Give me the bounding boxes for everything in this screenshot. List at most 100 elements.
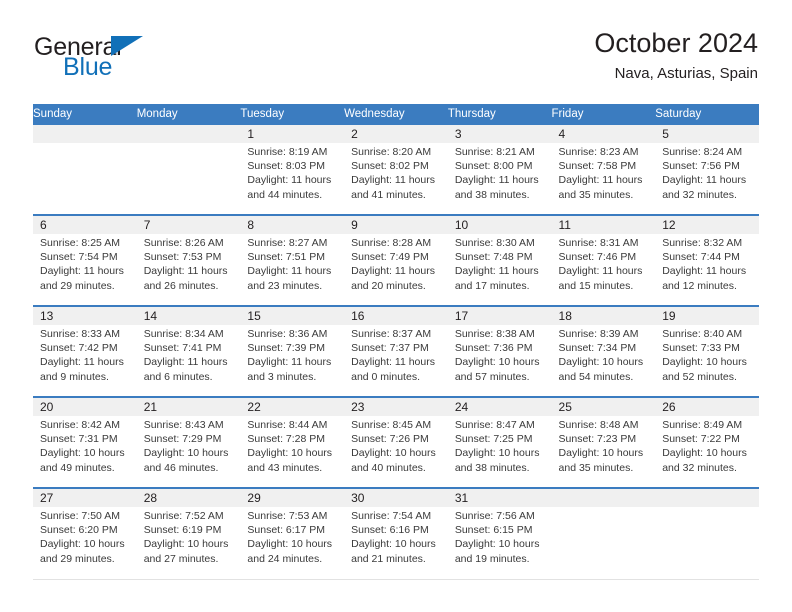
- day-info-line: Daylight: 11 hours: [247, 356, 332, 369]
- day-number-cell[interactable]: 20: [33, 396, 137, 416]
- week-daynumber-row: 13 14 15 16 17 18 19: [33, 305, 759, 325]
- day-info-line: Daylight: 10 hours: [558, 447, 644, 460]
- day-info-line: Daylight: 10 hours: [143, 447, 229, 460]
- day-number-cell[interactable]: 18: [551, 305, 656, 325]
- day-number-cell[interactable]: 22: [240, 396, 345, 416]
- day-number-cell[interactable]: 30: [344, 487, 448, 507]
- day-number-cell[interactable]: 8: [240, 214, 345, 234]
- day-detail-cell: Sunrise: 8:42 AM Sunset: 7:31 PM Daylight:…: [33, 416, 137, 488]
- day-detail-cell: Sunrise: 8:45 AM Sunset: 7:26 PM Daylight:…: [344, 416, 448, 488]
- day-number-cell[interactable]: 1: [240, 125, 345, 143]
- day-info-line: Sunset: 7:53 PM: [143, 251, 222, 264]
- day-info-line: Sunset: 7:48 PM: [454, 251, 533, 264]
- day-info-line: Sunset: 7:39 PM: [247, 342, 326, 355]
- day-info-line: Sunset: 7:42 PM: [40, 342, 118, 355]
- day-detail-cell: Sunrise: 7:53 AM Sunset: 6:17 PM Daylight:…: [240, 507, 345, 580]
- day-info-line: and 29 minutes.: [40, 279, 115, 292]
- day-info-line: Sunset: 7:23 PM: [558, 433, 637, 446]
- page-title: October 2024: [594, 28, 758, 58]
- day-info-line: and 24 minutes.: [247, 552, 323, 565]
- day-number-cell[interactable]: 17: [447, 305, 552, 325]
- day-number-cell[interactable]: 12: [655, 214, 759, 234]
- day-number-cell[interactable]: 3: [447, 125, 552, 143]
- day-info-line: Daylight: 10 hours: [454, 447, 540, 460]
- day-number-cell[interactable]: 9: [344, 214, 448, 234]
- day-info-line: Daylight: 10 hours: [351, 447, 436, 460]
- day-info-line: Sunrise: 7:56 AM: [454, 510, 535, 522]
- day-info-line: Sunrise: 8:45 AM: [351, 419, 432, 431]
- day-info-line: and 49 minutes.: [40, 461, 115, 474]
- weekday-header-row: Sunday Monday Tuesday Wednesday Thursday…: [33, 104, 759, 125]
- day-info-line: Daylight: 11 hours: [40, 356, 124, 369]
- day-detail-cell: Sunrise: 8:39 AM Sunset: 7:34 PM Daylight:…: [551, 325, 656, 397]
- day-info-line: Sunrise: 8:25 AM: [40, 237, 120, 249]
- day-number-cell[interactable]: 16: [344, 305, 448, 325]
- day-info-line: and 17 minutes.: [454, 279, 530, 292]
- day-number-cell[interactable]: 7: [136, 214, 241, 234]
- empty-day-number-cell: [551, 487, 656, 507]
- day-number-cell[interactable]: 14: [136, 305, 241, 325]
- day-info-line: and 38 minutes.: [454, 461, 530, 474]
- day-info-line: Sunrise: 8:27 AM: [247, 237, 328, 249]
- day-detail-cell: Sunrise: 8:21 AM Sunset: 8:00 PM Daylight:…: [447, 143, 552, 215]
- day-info-line: Sunset: 7:44 PM: [662, 251, 740, 264]
- day-number-cell[interactable]: 6: [33, 214, 137, 234]
- day-info-line: Sunset: 6:15 PM: [454, 524, 533, 537]
- day-info-line: and 26 minutes.: [143, 279, 219, 292]
- day-number-cell[interactable]: 29: [240, 487, 345, 507]
- day-info-line: Daylight: 11 hours: [351, 174, 435, 187]
- day-info-line: and 15 minutes.: [558, 279, 634, 292]
- day-info-line: Sunrise: 8:39 AM: [558, 328, 639, 340]
- day-info-line: Sunset: 7:29 PM: [143, 433, 222, 446]
- day-info-line: Sunset: 7:34 PM: [558, 342, 637, 355]
- day-info-line: Daylight: 11 hours: [40, 265, 124, 278]
- day-detail-cell: Sunrise: 8:38 AM Sunset: 7:36 PM Daylight:…: [447, 325, 552, 397]
- day-info-line: Daylight: 11 hours: [351, 265, 435, 278]
- day-info-line: Sunrise: 8:34 AM: [143, 328, 224, 340]
- empty-day-detail-cell: [655, 507, 759, 580]
- day-number-cell[interactable]: 19: [655, 305, 759, 325]
- day-number-cell[interactable]: 25: [551, 396, 656, 416]
- day-number-cell[interactable]: 10: [447, 214, 552, 234]
- day-detail-cell: Sunrise: 7:54 AM Sunset: 6:16 PM Daylight:…: [344, 507, 448, 580]
- day-info-line: Sunrise: 7:53 AM: [247, 510, 328, 522]
- empty-day-number-cell: [33, 125, 137, 143]
- day-number-cell[interactable]: 24: [447, 396, 552, 416]
- day-info-line: Sunset: 6:17 PM: [247, 524, 326, 537]
- day-info-line: and 21 minutes.: [351, 552, 426, 565]
- weekday-header-friday: Friday: [551, 104, 656, 125]
- day-number-cell[interactable]: 11: [551, 214, 656, 234]
- empty-day-detail-cell: [136, 143, 241, 215]
- weekday-header-monday: Monday: [136, 104, 241, 125]
- day-info-line: Sunset: 7:31 PM: [40, 433, 118, 446]
- day-detail-cell: Sunrise: 8:34 AM Sunset: 7:41 PM Daylight:…: [136, 325, 241, 397]
- day-info-line: Daylight: 11 hours: [454, 174, 539, 187]
- day-info-line: Daylight: 10 hours: [351, 538, 436, 551]
- day-detail-cell: Sunrise: 8:28 AM Sunset: 7:49 PM Daylight:…: [344, 234, 448, 306]
- day-info-line: Daylight: 10 hours: [143, 538, 229, 551]
- day-info-line: Daylight: 11 hours: [247, 174, 332, 187]
- day-number-cell[interactable]: 31: [447, 487, 552, 507]
- day-number-cell[interactable]: 27: [33, 487, 137, 507]
- calendar-page: General Blue October 2024 Nava, Asturias…: [0, 0, 792, 612]
- title-block: October 2024 Nava, Asturias, Spain: [594, 26, 758, 85]
- day-number-cell[interactable]: 28: [136, 487, 241, 507]
- weekday-header-sunday: Sunday: [33, 104, 137, 125]
- day-info-line: Sunrise: 8:40 AM: [662, 328, 743, 340]
- day-info-line: Sunrise: 8:38 AM: [454, 328, 535, 340]
- day-number-cell[interactable]: 5: [655, 125, 759, 143]
- day-number-cell[interactable]: 15: [240, 305, 345, 325]
- day-info-line: Daylight: 11 hours: [662, 174, 747, 187]
- day-info-line: Sunset: 6:20 PM: [40, 524, 118, 537]
- day-info-line: Sunset: 6:19 PM: [143, 524, 222, 537]
- day-number-cell[interactable]: 13: [33, 305, 137, 325]
- day-number-cell[interactable]: 21: [136, 396, 241, 416]
- day-number-cell[interactable]: 4: [551, 125, 656, 143]
- day-info-line: and 43 minutes.: [247, 461, 323, 474]
- day-number-cell[interactable]: 23: [344, 396, 448, 416]
- sunrise-sunset-calendar-table: Sunday Monday Tuesday Wednesday Thursday…: [33, 104, 759, 580]
- day-number-cell[interactable]: 26: [655, 396, 759, 416]
- day-number-cell[interactable]: 2: [344, 125, 448, 143]
- day-info-line: Sunset: 7:33 PM: [662, 342, 740, 355]
- day-info-line: Sunset: 7:28 PM: [247, 433, 326, 446]
